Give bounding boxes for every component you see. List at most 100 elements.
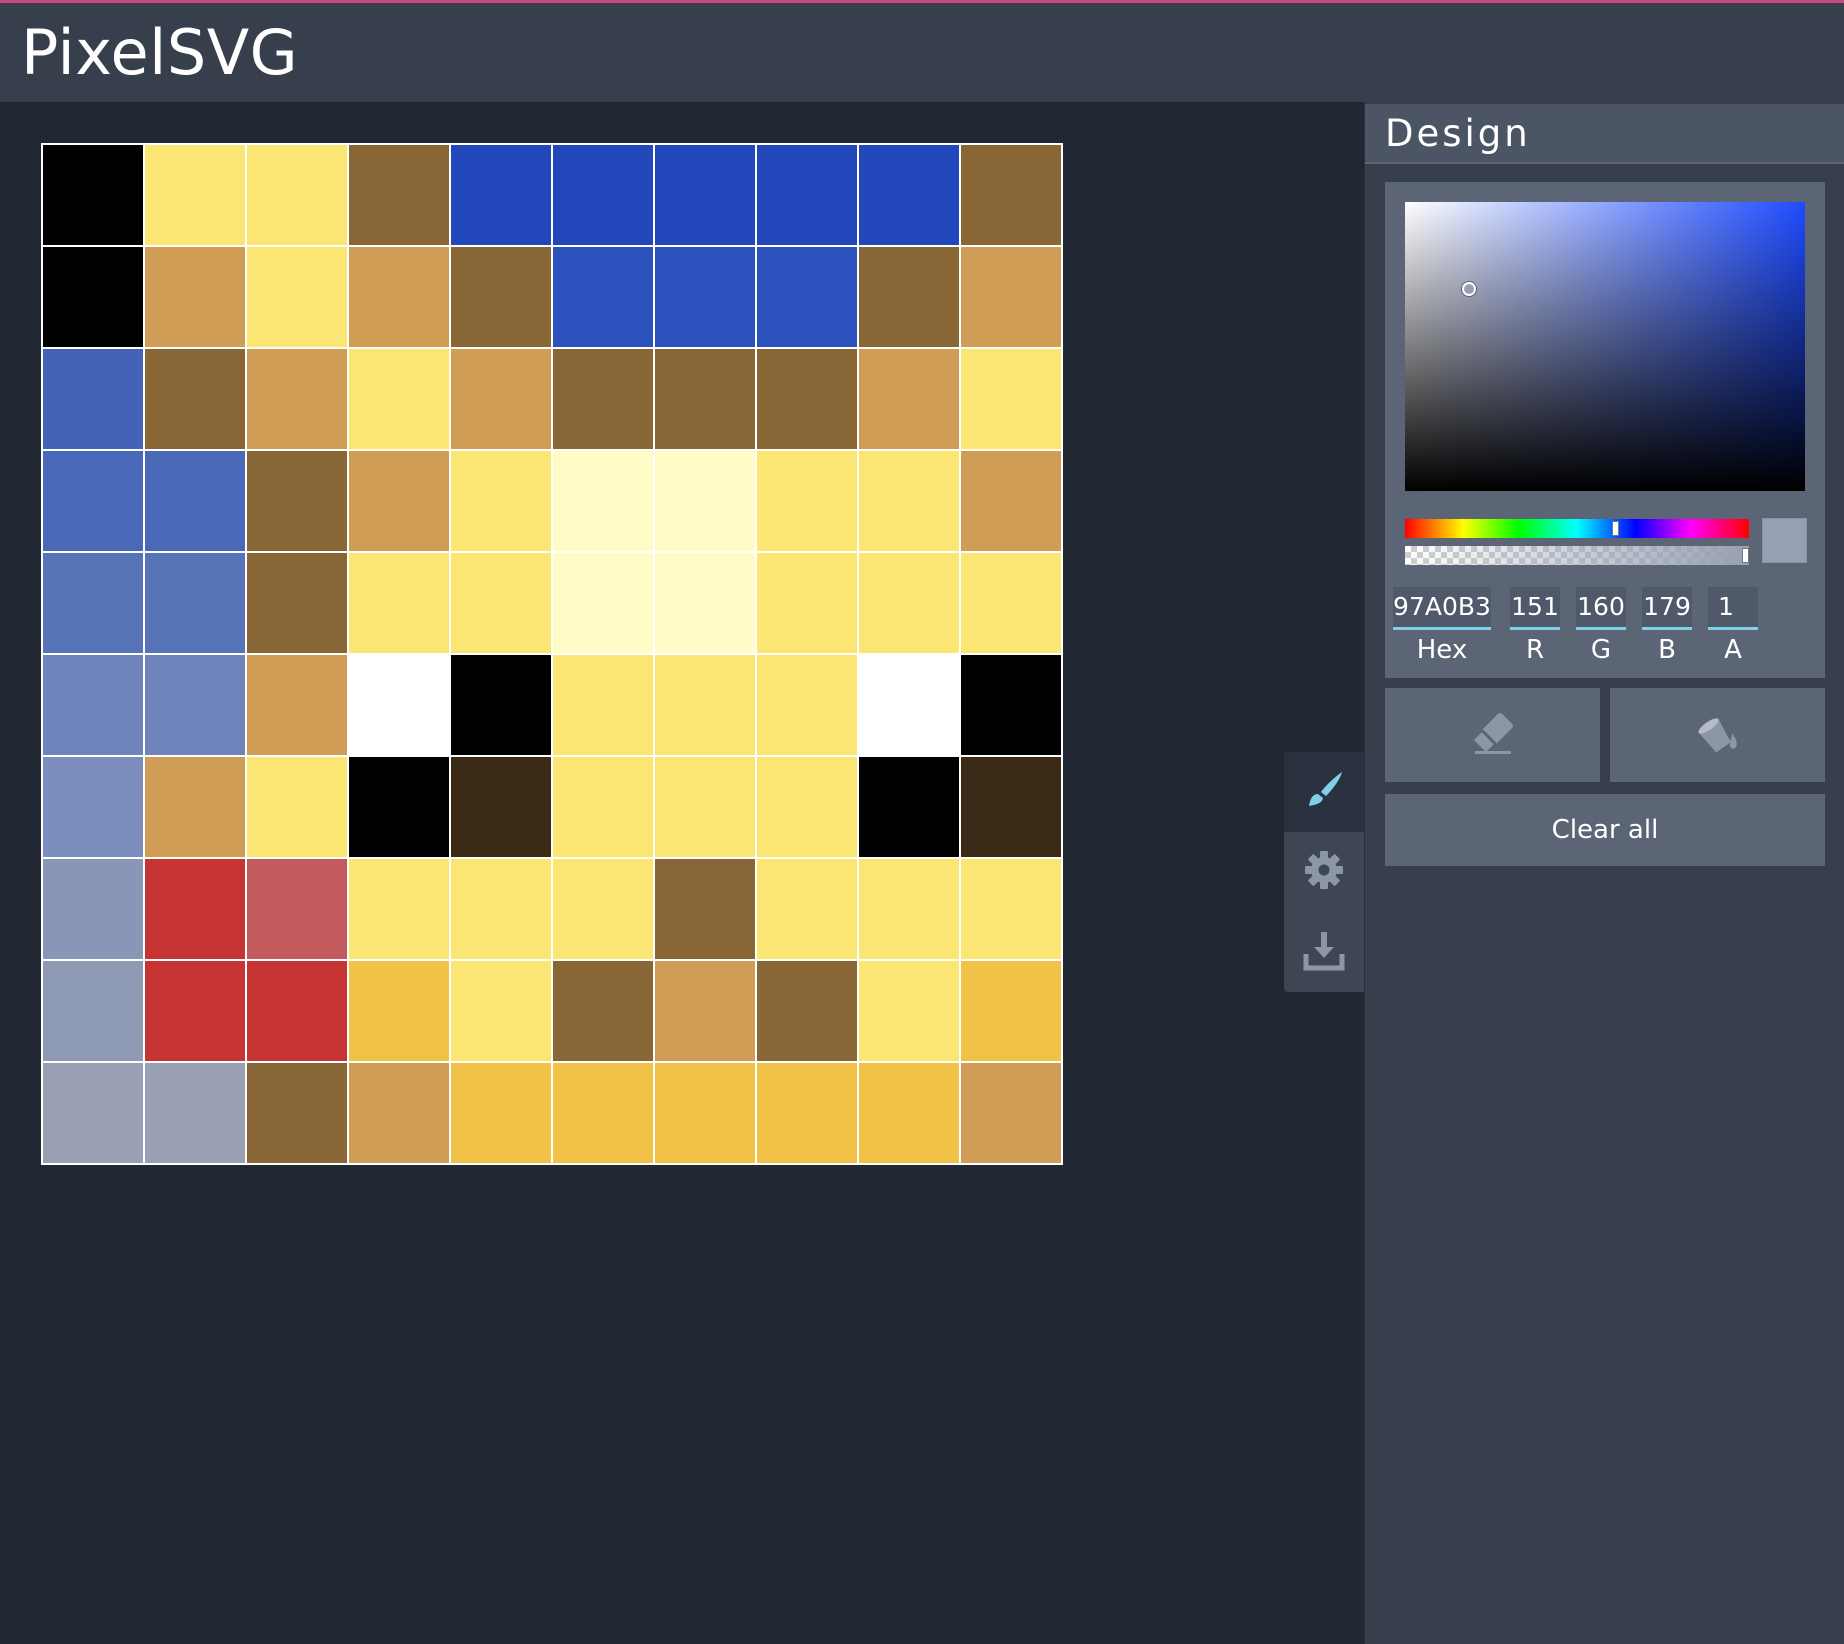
pixel-cell[interactable] xyxy=(450,144,552,246)
pixel-cell[interactable] xyxy=(654,756,756,858)
pixel-cell[interactable] xyxy=(42,144,144,246)
pixel-cell[interactable] xyxy=(348,654,450,756)
pixel-cell[interactable] xyxy=(348,348,450,450)
pixel-cell[interactable] xyxy=(756,756,858,858)
pixel-cell[interactable] xyxy=(348,144,450,246)
pixel-cell[interactable] xyxy=(960,858,1062,960)
pixel-cell[interactable] xyxy=(450,552,552,654)
alpha-slider[interactable] xyxy=(1405,546,1749,565)
pixel-cell[interactable] xyxy=(858,960,960,1062)
pixel-cell[interactable] xyxy=(756,246,858,348)
pixel-cell[interactable] xyxy=(144,246,246,348)
pixel-cell[interactable] xyxy=(858,450,960,552)
pixel-cell[interactable] xyxy=(858,348,960,450)
pixel-cell[interactable] xyxy=(654,348,756,450)
pixel-cell[interactable] xyxy=(42,960,144,1062)
pixel-cell[interactable] xyxy=(450,654,552,756)
pixel-cell[interactable] xyxy=(246,246,348,348)
pixel-cell[interactable] xyxy=(144,1062,246,1164)
pixel-cell[interactable] xyxy=(654,144,756,246)
pixel-cell[interactable] xyxy=(654,552,756,654)
clear-all-button[interactable]: Clear all xyxy=(1385,794,1825,866)
pixel-cell[interactable] xyxy=(246,756,348,858)
pixel-cell[interactable] xyxy=(450,960,552,1062)
pixel-cell[interactable] xyxy=(348,756,450,858)
pixel-cell[interactable] xyxy=(144,552,246,654)
saturation-value-area[interactable] xyxy=(1405,202,1805,491)
settings-tool-button[interactable] xyxy=(1284,832,1364,912)
pixel-cell[interactable] xyxy=(144,756,246,858)
pixel-cell[interactable] xyxy=(42,450,144,552)
pixel-cell[interactable] xyxy=(450,450,552,552)
pixel-cell[interactable] xyxy=(246,960,348,1062)
pixel-cell[interactable] xyxy=(654,1062,756,1164)
pixel-cell[interactable] xyxy=(552,552,654,654)
pixel-cell[interactable] xyxy=(246,1062,348,1164)
pixel-cell[interactable] xyxy=(450,756,552,858)
pixel-cell[interactable] xyxy=(552,246,654,348)
pixel-cell[interactable] xyxy=(246,654,348,756)
pixel-cell[interactable] xyxy=(654,450,756,552)
pixel-cell[interactable] xyxy=(756,858,858,960)
pixel-cell[interactable] xyxy=(348,960,450,1062)
pixel-cell[interactable] xyxy=(960,960,1062,1062)
pixel-cell[interactable] xyxy=(348,246,450,348)
pixel-cell[interactable] xyxy=(42,756,144,858)
pixel-cell[interactable] xyxy=(246,858,348,960)
pixel-cell[interactable] xyxy=(858,552,960,654)
hue-handle[interactable] xyxy=(1611,521,1619,536)
pixel-cell[interactable] xyxy=(858,756,960,858)
blue-input[interactable]: 179 xyxy=(1642,587,1692,630)
pixel-cell[interactable] xyxy=(42,552,144,654)
pixel-cell[interactable] xyxy=(450,1062,552,1164)
pixel-cell[interactable] xyxy=(756,348,858,450)
pixel-cell[interactable] xyxy=(42,246,144,348)
pixel-canvas[interactable] xyxy=(41,143,1063,1165)
pixel-cell[interactable] xyxy=(552,450,654,552)
brush-tool-button[interactable] xyxy=(1284,752,1364,832)
pixel-cell[interactable] xyxy=(246,348,348,450)
pixel-cell[interactable] xyxy=(348,858,450,960)
pixel-cell[interactable] xyxy=(246,552,348,654)
eraser-button[interactable] xyxy=(1385,688,1600,782)
alpha-handle[interactable] xyxy=(1742,548,1749,563)
pixel-cell[interactable] xyxy=(144,144,246,246)
pixel-cell[interactable] xyxy=(144,960,246,1062)
pixel-cell[interactable] xyxy=(756,654,858,756)
pixel-cell[interactable] xyxy=(42,654,144,756)
pixel-cell[interactable] xyxy=(552,348,654,450)
pixel-cell[interactable] xyxy=(858,1062,960,1164)
pixel-cell[interactable] xyxy=(144,858,246,960)
pixel-cell[interactable] xyxy=(144,450,246,552)
pixel-cell[interactable] xyxy=(348,450,450,552)
pixel-cell[interactable] xyxy=(450,348,552,450)
pixel-cell[interactable] xyxy=(858,246,960,348)
color-cursor[interactable] xyxy=(1462,281,1476,296)
pixel-cell[interactable] xyxy=(42,858,144,960)
pixel-cell[interactable] xyxy=(42,1062,144,1164)
pixel-cell[interactable] xyxy=(450,246,552,348)
pixel-cell[interactable] xyxy=(144,348,246,450)
pixel-cell[interactable] xyxy=(756,1062,858,1164)
pixel-cell[interactable] xyxy=(858,654,960,756)
pixel-cell[interactable] xyxy=(144,654,246,756)
download-tool-button[interactable] xyxy=(1284,912,1364,992)
pixel-cell[interactable] xyxy=(246,450,348,552)
pixel-cell[interactable] xyxy=(654,858,756,960)
pixel-cell[interactable] xyxy=(246,144,348,246)
pixel-cell[interactable] xyxy=(42,348,144,450)
hue-slider[interactable] xyxy=(1405,519,1749,538)
pixel-cell[interactable] xyxy=(960,348,1062,450)
red-input[interactable]: 151 xyxy=(1510,587,1560,630)
pixel-cell[interactable] xyxy=(348,1062,450,1164)
pixel-cell[interactable] xyxy=(960,654,1062,756)
pixel-cell[interactable] xyxy=(552,654,654,756)
pixel-cell[interactable] xyxy=(960,552,1062,654)
pixel-cell[interactable] xyxy=(960,1062,1062,1164)
pixel-cell[interactable] xyxy=(960,450,1062,552)
pixel-cell[interactable] xyxy=(552,858,654,960)
pixel-cell[interactable] xyxy=(552,756,654,858)
pixel-cell[interactable] xyxy=(654,246,756,348)
fill-bucket-button[interactable] xyxy=(1610,688,1825,782)
pixel-cell[interactable] xyxy=(960,756,1062,858)
